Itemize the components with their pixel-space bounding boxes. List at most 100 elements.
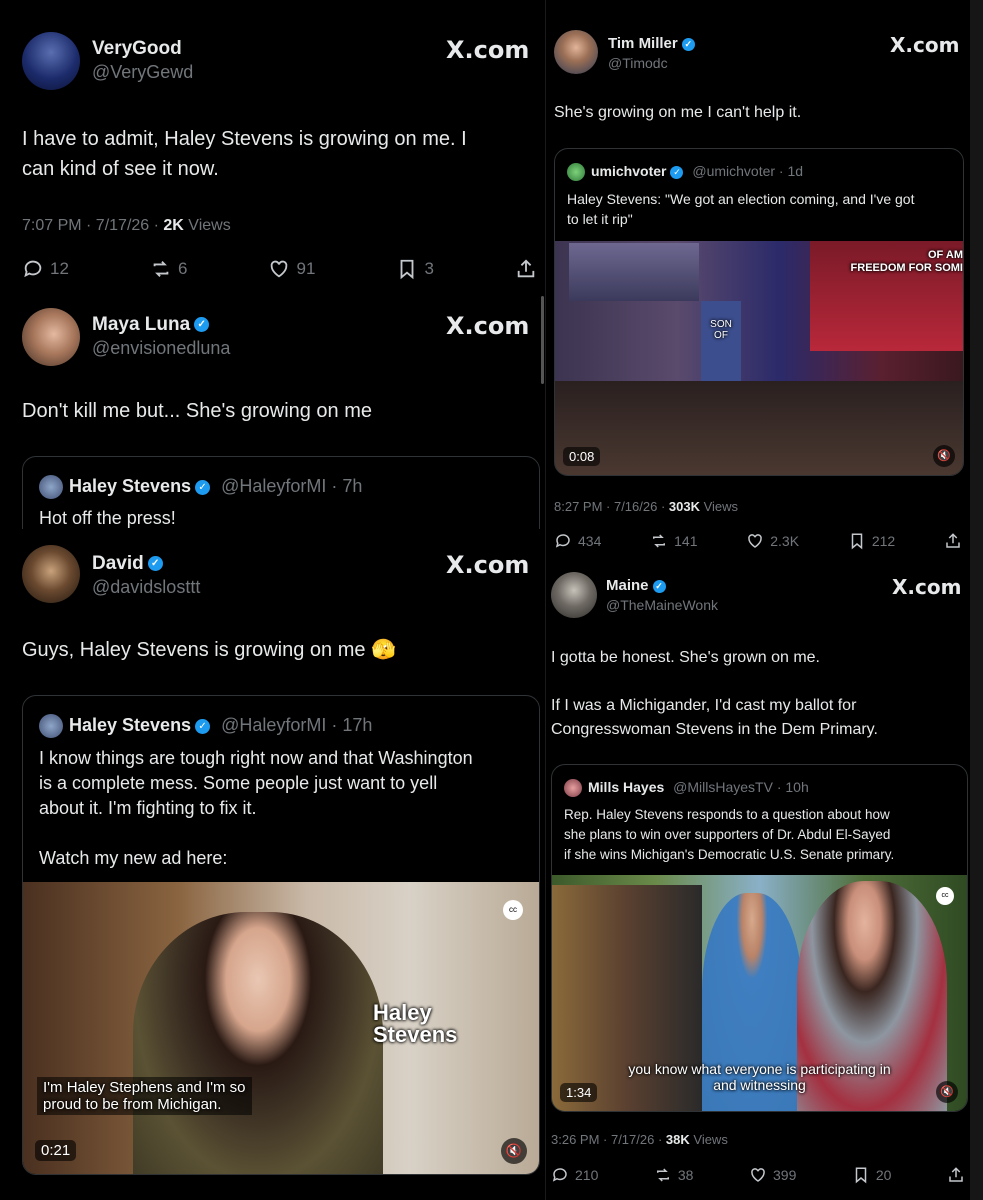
quoted-tweet[interactable]: umichvoter ✓ @umichvoter · 1d Haley Steve… bbox=[554, 148, 964, 476]
tweet-card-maya-luna: Maya Luna ✓ @envisionedluna X.com Don't k… bbox=[0, 296, 545, 529]
action-bar: 12 6 91 3 bbox=[22, 258, 537, 280]
like-count: 399 bbox=[773, 1167, 797, 1183]
tweet-timestamp[interactable]: 3:26 PM · 7/17/26 · 38K Views bbox=[551, 1132, 728, 1147]
quote-author-name[interactable]: umichvoter bbox=[591, 163, 666, 179]
views-label: Views bbox=[689, 1132, 728, 1147]
repost-button[interactable]: 6 bbox=[150, 258, 187, 280]
mute-icon[interactable]: 🔇 bbox=[933, 445, 955, 467]
like-count: 2.3K bbox=[770, 533, 800, 549]
closed-captions-icon[interactable]: cc bbox=[503, 900, 523, 920]
author-handle[interactable]: @Timodc bbox=[608, 55, 668, 71]
tweet-text: Don't kill me but... She's growing on me bbox=[22, 400, 373, 422]
bookmark-button[interactable]: 20 bbox=[852, 1166, 891, 1184]
reply-icon bbox=[24, 260, 42, 278]
author-name-text: Maya Luna bbox=[92, 314, 191, 335]
heart-icon bbox=[748, 534, 763, 548]
avatar[interactable] bbox=[22, 308, 80, 366]
author-name[interactable]: David ✓ bbox=[92, 553, 163, 575]
tweet-timestamp[interactable]: 7:07 PM · 7/17/26 · 2K Views bbox=[22, 217, 231, 235]
author-name-text: David bbox=[92, 553, 144, 574]
site-watermark: X.com bbox=[892, 575, 962, 599]
video-sign-text: SON OF bbox=[710, 319, 732, 341]
reply-icon bbox=[555, 534, 570, 548]
views-count: 2K bbox=[163, 217, 184, 234]
site-watermark: X.com bbox=[446, 312, 530, 340]
share-button[interactable] bbox=[944, 532, 962, 550]
author-name-text: Tim Miller bbox=[608, 35, 678, 52]
time-text: 7:07 PM · 7/17/26 · bbox=[22, 217, 164, 234]
tweet-text: I have to admit, Haley Stevens is growin… bbox=[22, 128, 467, 180]
verified-badge-icon: ✓ bbox=[652, 579, 666, 593]
heart-icon bbox=[271, 260, 288, 278]
author-name[interactable]: Tim Miller ✓ bbox=[608, 35, 695, 52]
bookmark-button[interactable]: 3 bbox=[396, 258, 434, 280]
quote-author-name[interactable]: Haley Stevens bbox=[69, 715, 191, 735]
verified-badge-icon: ✓ bbox=[195, 479, 211, 495]
avatar[interactable] bbox=[554, 30, 598, 74]
share-button[interactable] bbox=[947, 1166, 965, 1184]
repost-icon bbox=[656, 1168, 669, 1182]
video-banner-text: OF AM FREEDOM FOR SOMI bbox=[850, 249, 963, 274]
bookmark-icon bbox=[855, 1167, 867, 1184]
reply-count: 210 bbox=[575, 1167, 599, 1183]
repost-button[interactable]: 38 bbox=[654, 1166, 694, 1184]
quote-author-handle[interactable]: @umichvoter · 1d bbox=[692, 163, 803, 179]
quoted-tweet[interactable]: Haley Stevens ✓ @HaleyforMI · 7h Hot off … bbox=[22, 456, 540, 529]
bookmark-icon bbox=[401, 259, 414, 280]
author-name[interactable]: Maine ✓ bbox=[606, 577, 666, 594]
action-bar: 434 141 2.3K 212 bbox=[554, 532, 962, 550]
quote-author-name[interactable]: Haley Stevens bbox=[69, 476, 191, 496]
author-handle[interactable]: @VeryGewd bbox=[92, 62, 193, 83]
mute-icon[interactable]: 🔇 bbox=[936, 1081, 958, 1103]
tweet-timestamp[interactable]: 8:27 PM · 7/16/26 · 303K Views bbox=[554, 499, 738, 514]
scrollbar-thumb[interactable] bbox=[541, 296, 544, 384]
share-button[interactable] bbox=[515, 258, 537, 280]
quote-avatar[interactable] bbox=[39, 714, 63, 738]
reply-button[interactable]: 434 bbox=[554, 532, 601, 550]
quote-author-name[interactable]: Mills Hayes bbox=[588, 779, 664, 795]
views-count: 38K bbox=[665, 1132, 690, 1147]
closed-captions-icon[interactable]: cc bbox=[936, 887, 954, 905]
like-button[interactable]: 91 bbox=[268, 258, 315, 280]
quote-avatar[interactable] bbox=[39, 475, 63, 499]
author-handle[interactable]: @TheMaineWonk bbox=[606, 597, 718, 613]
repost-button[interactable]: 141 bbox=[650, 532, 697, 550]
video-duration: 0:21 bbox=[35, 1140, 77, 1161]
author-name[interactable]: Maya Luna ✓ bbox=[92, 314, 210, 336]
avatar[interactable] bbox=[551, 572, 597, 618]
video-caption: I'm Haley Stephens and I'm so proud to b… bbox=[37, 1077, 252, 1115]
quoted-tweet[interactable]: Mills Hayes @MillsHayesTV · 10h Rep. Hal… bbox=[551, 764, 968, 1112]
avatar[interactable] bbox=[22, 32, 80, 90]
action-bar: 210 38 399 20 bbox=[551, 1166, 965, 1184]
author-name[interactable]: VeryGood bbox=[92, 38, 182, 60]
like-count: 91 bbox=[296, 259, 316, 278]
reply-button[interactable]: 210 bbox=[551, 1166, 598, 1184]
quote-avatar[interactable] bbox=[567, 163, 585, 182]
site-watermark: X.com bbox=[890, 33, 960, 57]
quote-avatar[interactable] bbox=[564, 779, 582, 798]
reply-button[interactable]: 12 bbox=[22, 258, 69, 280]
reply-count: 12 bbox=[50, 259, 69, 278]
video-player[interactable]: you know what everyone is participating … bbox=[552, 875, 967, 1111]
repost-count: 141 bbox=[674, 533, 698, 549]
bookmark-button[interactable]: 212 bbox=[848, 532, 895, 550]
quote-author-handle[interactable]: @HaleyforMI · 17h bbox=[221, 715, 372, 735]
heart-icon bbox=[751, 1168, 765, 1182]
repost-count: 38 bbox=[677, 1167, 694, 1183]
author-handle[interactable]: @davidslosttt bbox=[92, 577, 200, 598]
bookmark-count: 212 bbox=[871, 533, 896, 549]
bookmark-icon bbox=[851, 533, 863, 550]
quote-header: Mills Hayes @MillsHayesTV · 10h bbox=[564, 779, 809, 798]
video-player[interactable]: OF AM FREEDOM FOR SOMI SON OF 0:08 🔇 bbox=[555, 241, 963, 475]
mute-icon[interactable]: 🔇 bbox=[501, 1138, 527, 1164]
video-player[interactable]: Haley Stevens I'm Haley Stephens and I'm… bbox=[23, 882, 539, 1174]
like-button[interactable]: 2.3K bbox=[746, 532, 799, 550]
bookmark-count: 3 bbox=[424, 259, 434, 278]
avatar[interactable] bbox=[22, 545, 80, 603]
quote-author-handle[interactable]: @HaleyforMI · 7h bbox=[221, 476, 362, 496]
author-handle[interactable]: @envisionedluna bbox=[92, 338, 230, 359]
views-count: 303K bbox=[668, 499, 700, 514]
quote-author-handle[interactable]: @MillsHayesTV · 10h bbox=[673, 779, 809, 795]
quoted-tweet[interactable]: Haley Stevens ✓ @HaleyforMI · 17h I know … bbox=[22, 695, 540, 1175]
like-button[interactable]: 399 bbox=[749, 1166, 796, 1184]
